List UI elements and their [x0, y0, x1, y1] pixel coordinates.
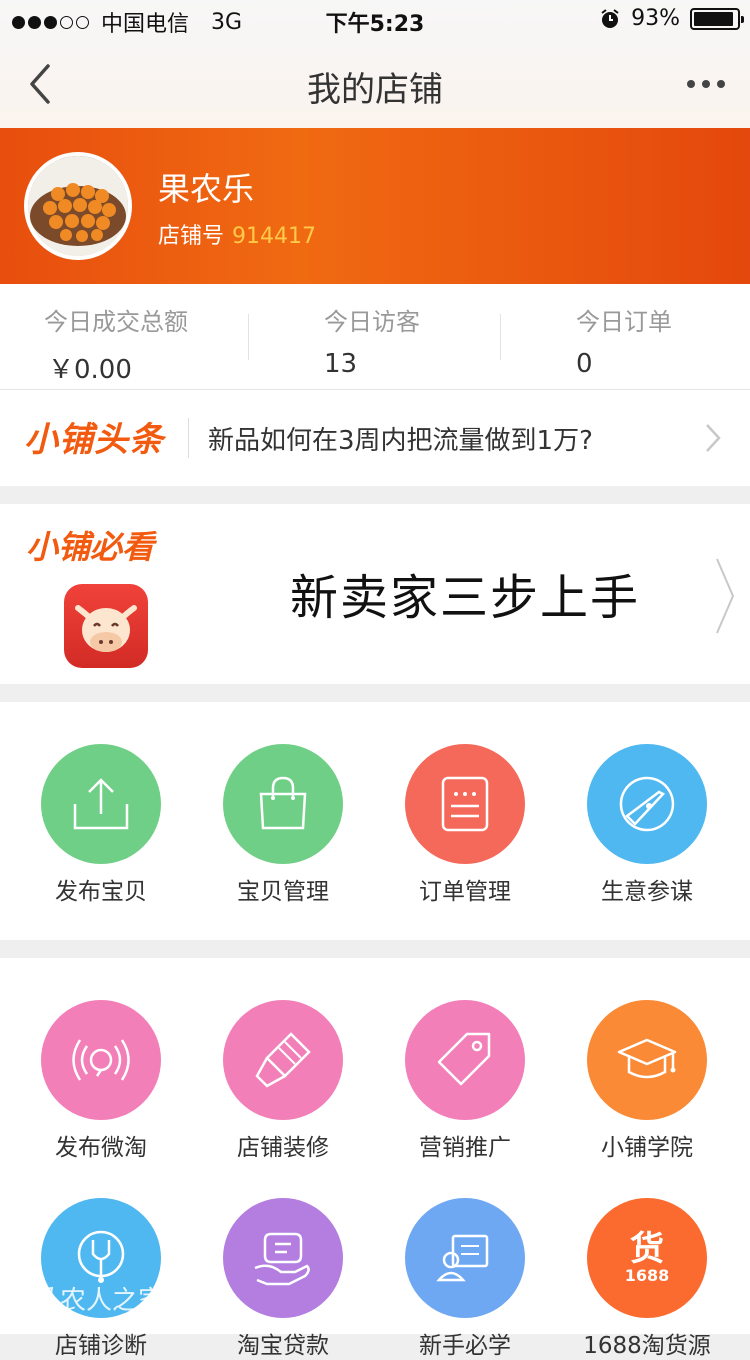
more-options-icon[interactable]: [686, 70, 726, 98]
battery-icon: [690, 7, 744, 30]
divider: [500, 314, 501, 360]
tool-label: 淘宝贷款: [237, 1333, 329, 1359]
tool-beginner-guide[interactable]: 新手必学: [374, 1198, 556, 1360]
divider: [248, 314, 249, 360]
stat-visitors[interactable]: 今日访客 13: [324, 302, 420, 379]
tool-label: 新手必学: [419, 1333, 511, 1359]
stat-orders[interactable]: 今日订单 0: [576, 302, 672, 379]
primary-tools-grid: 发布宝贝 宝贝管理 订单管理 生意参谋: [0, 702, 750, 940]
order-list-icon: [441, 776, 489, 832]
tool-publish-weitao[interactable]: 发布微淘: [10, 1000, 192, 1162]
shop-id-label: 店铺号: [158, 224, 225, 249]
tool-marketing[interactable]: 营销推广: [374, 1000, 556, 1162]
secondary-tools-grid: 发布微淘 店铺装修 营销推广 小铺学院 店铺诊断 淘宝贷款 新手必学 货 168…: [0, 958, 750, 1359]
stat-label: 今日访客: [324, 308, 420, 336]
tool-label: 发布宝贝: [55, 879, 147, 905]
goods-1688-icon: 货 1688: [587, 1198, 707, 1318]
loan-hand-icon: [254, 1232, 310, 1286]
tool-label: 发布微淘: [55, 1135, 147, 1161]
tool-label: 营销推广: [419, 1135, 511, 1161]
alarm-icon: [601, 8, 619, 28]
tag-icon: [437, 1032, 491, 1086]
tool-shop-diagnosis[interactable]: 店铺诊断: [10, 1198, 192, 1360]
shop-name: 果农乐: [158, 170, 255, 208]
chevron-right-icon: [716, 558, 735, 634]
compass-icon: [619, 776, 675, 832]
id-card-icon: [436, 1234, 489, 1282]
tool-label: 店铺诊断: [55, 1333, 147, 1359]
stat-label: 今日订单: [576, 308, 672, 336]
tool-1688-sourcing[interactable]: 货 1688 1688淘货源: [556, 1198, 738, 1360]
tool-shop-academy[interactable]: 小铺学院: [556, 1000, 738, 1162]
stat-value: 0: [576, 349, 593, 379]
tool-shop-decoration[interactable]: 店铺装修: [192, 1000, 374, 1162]
watermark-text: 农人之家: [60, 1286, 165, 1316]
tool-icon-circle: [41, 744, 161, 864]
tool-label: 小铺学院: [601, 1135, 693, 1161]
shop-headline-banner[interactable]: 小铺头条 新品如何在3周内把流量做到1万?: [0, 390, 750, 486]
persimmon-photo-icon: [28, 156, 128, 256]
stat-value: 13: [324, 349, 358, 379]
tool-label: 1688淘货源: [583, 1333, 711, 1359]
shop-header: 果农乐 店铺号 914417: [0, 128, 750, 284]
leaf-logo-icon: [28, 1286, 54, 1311]
tool-publish-item[interactable]: 发布宝贝: [10, 744, 192, 906]
must-read-title: 新卖家三步上手: [290, 570, 641, 626]
page-title: 我的店铺: [307, 70, 443, 110]
status-bar: 中国电信 3G 下午5:23 93%: [0, 0, 750, 40]
tool-label: 宝贝管理: [237, 879, 329, 905]
tool-icon-circle: [223, 744, 343, 864]
chevron-right-icon: [706, 424, 721, 452]
broadcast-icon: [72, 1039, 130, 1081]
tool-label: 订单管理: [419, 879, 511, 905]
cow-app-icon: [64, 584, 148, 668]
must-read-banner[interactable]: 小铺必看 新卖家三步上手: [0, 504, 750, 684]
tool-icon-circle: [223, 1000, 343, 1120]
stat-sales[interactable]: 今日成交总额 ￥0.00: [44, 302, 188, 386]
shop-id-number: 914417: [232, 224, 316, 249]
tool-label: 生意参谋: [601, 879, 693, 905]
watermark: 农人之家: [26, 1280, 164, 1317]
divider: [188, 418, 189, 458]
brush-icon: [255, 1032, 311, 1088]
tool-order-management[interactable]: 订单管理: [374, 744, 556, 906]
tool-icon-circle: [587, 1000, 707, 1120]
tool-item-management[interactable]: 宝贝管理: [192, 744, 374, 906]
must-read-logo: 小铺必看: [26, 528, 155, 566]
shop-id: 店铺号 914417: [158, 218, 316, 250]
graduation-cap-icon: [617, 1038, 677, 1079]
top-bar: 中国电信 3G 下午5:23 93% 我的店铺: [0, 0, 750, 128]
stat-label: 今日成交总额: [44, 308, 188, 336]
navigation-bar: 我的店铺: [0, 40, 750, 128]
shop-avatar[interactable]: [24, 152, 132, 260]
bag-icon: [259, 776, 307, 830]
goods-badge-text: 货: [630, 1229, 664, 1269]
goods-badge-sub: 1688: [624, 1266, 670, 1285]
today-stats: 今日成交总额 ￥0.00 今日访客 13 今日订单 0: [0, 284, 750, 390]
tool-icon-circle: [41, 1000, 161, 1120]
stat-value: ￥0.00: [48, 355, 132, 385]
upload-icon: [73, 778, 129, 830]
tool-label: 店铺装修: [237, 1135, 329, 1161]
tool-icon-circle: [405, 1000, 525, 1120]
headline-text: 新品如何在3周内把流量做到1万?: [208, 426, 593, 456]
tool-taobao-loan[interactable]: 淘宝贷款: [192, 1198, 374, 1360]
tool-icon-circle: [405, 744, 525, 864]
battery-percent: 93%: [631, 6, 680, 31]
headline-logo: 小铺头条: [24, 420, 164, 460]
tool-icon-circle: [587, 744, 707, 864]
tool-icon-circle: [405, 1198, 525, 1318]
tool-icon-circle: [223, 1198, 343, 1318]
tool-business-advisor[interactable]: 生意参谋: [556, 744, 738, 906]
